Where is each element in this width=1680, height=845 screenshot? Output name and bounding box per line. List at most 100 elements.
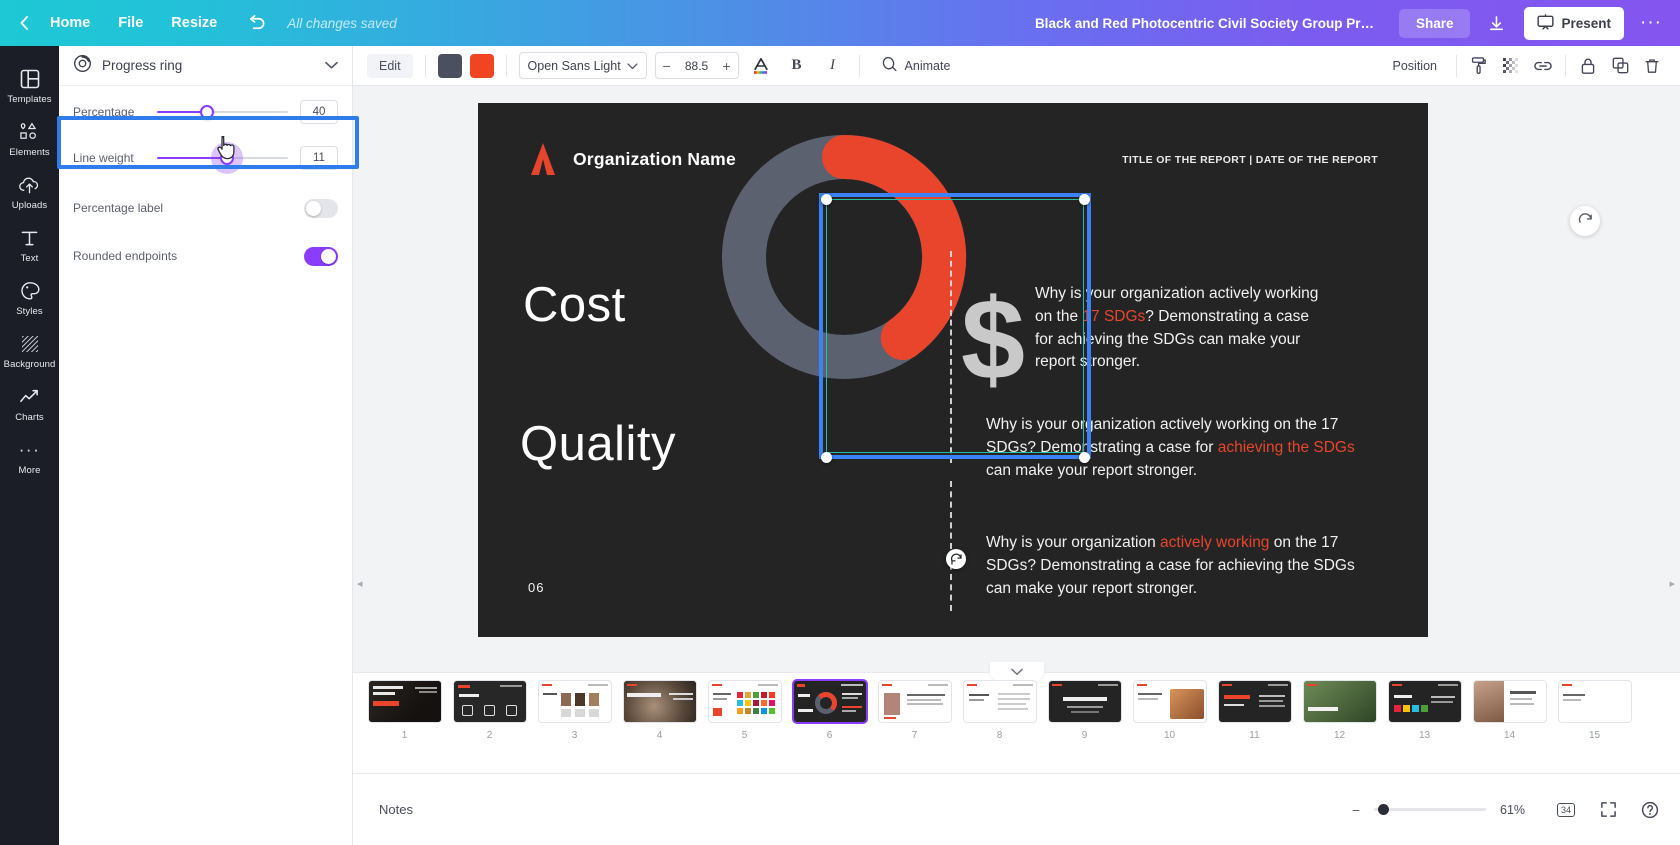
strip-collapse-button[interactable] [989,662,1044,682]
position-button[interactable]: Position [1382,53,1448,79]
page-thumbnail[interactable] [1388,681,1461,722]
panel-header[interactable]: Progress ring [59,46,352,86]
fullscreen-icon[interactable] [1594,796,1622,824]
font-size-input[interactable]: 88.5 [678,59,716,73]
color-swatch-primary[interactable] [437,53,462,78]
percentage-slider[interactable] [157,102,288,122]
canvas-undo-icon[interactable] [1570,206,1600,236]
sidebar-item-styles[interactable]: Styles [0,270,59,323]
page-thumbnail-selected[interactable] [793,681,866,722]
present-label: Present [1561,15,1611,31]
page-thumbnail[interactable] [878,681,951,722]
text-color-icon[interactable] [747,52,775,80]
duplicate-icon[interactable] [1606,52,1634,80]
slider-knob[interactable] [200,105,215,119]
home-button[interactable]: Home [36,9,104,37]
page-thumbnail[interactable] [538,681,611,722]
slide-text-block-2[interactable]: Why is your organization actively workin… [986,414,1381,482]
trash-icon[interactable] [1638,52,1666,80]
sidebar-item-background[interactable]: Background [0,323,59,376]
font-size-decrease[interactable]: − [656,58,678,74]
rotate-handle-icon[interactable] [946,549,966,569]
slide-canvas[interactable]: Organization Name TITLE OF THE REPORT | … [478,103,1428,637]
download-icon[interactable] [1478,7,1514,39]
thumbnail-cell: 5 [703,681,786,741]
more-horizontal-icon[interactable]: ··· [1634,7,1668,39]
bottom-bar: Notes − 61% 34 [353,773,1680,845]
color-swatch-secondary[interactable] [469,53,494,78]
page-count-icon[interactable]: 34 [1552,796,1580,824]
line-weight-slider[interactable] [157,148,288,168]
present-button[interactable]: Present [1524,6,1624,40]
page-thumbnail-strip: 1 2 3 4 5 6 7 8 9 10 11 12 13 14 15 [353,662,1680,773]
resize-button[interactable]: Resize [157,9,231,37]
rounded-endpoints-toggle[interactable] [304,246,338,266]
page-thumbnail[interactable] [368,681,441,722]
zoom-knob[interactable] [1378,804,1389,815]
undo-icon[interactable] [241,8,271,38]
text-icon [19,227,41,249]
animate-button[interactable]: Animate [872,51,959,81]
file-menu[interactable]: File [104,9,157,37]
progress-ring-element[interactable] [714,127,974,387]
slide-text-block-3[interactable]: Why is your organization actively workin… [986,532,1381,600]
page-number: 7 [911,730,918,741]
percentage-label-row: Percentage label [59,188,352,228]
line-weight-input[interactable]: 11 [300,146,338,170]
edit-button[interactable]: Edit [367,53,413,78]
notes-button[interactable]: Notes [369,795,423,824]
dollar-sign-icon: $ [961,276,1025,404]
canvas-scroll-left-icon[interactable]: ◂ [357,577,363,590]
sidebar-label: Background [3,359,56,370]
back-icon[interactable] [14,12,36,34]
percentage-label-toggle[interactable] [304,198,338,218]
slider-knob[interactable] [219,151,234,165]
page-thumbnail[interactable] [1303,681,1376,722]
page-thumbnail[interactable] [708,681,781,722]
document-title[interactable]: Black and Red Photocentric Civil Society… [1025,11,1385,36]
percentage-label-label: Percentage label [73,201,164,215]
sidebar-item-more[interactable]: ··· More [0,429,59,482]
italic-button[interactable]: I [819,52,847,80]
canvas-scroll-right-icon[interactable]: ▸ [1669,577,1675,590]
paint-roller-icon[interactable] [1465,52,1493,80]
rounded-endpoints-row: Rounded endpoints [59,236,352,276]
link-icon[interactable] [1529,52,1557,80]
resize-handle-top-left[interactable] [821,194,832,205]
font-size-stepper[interactable]: − 88.5 + [654,52,739,79]
sidebar-item-text[interactable]: Text [0,217,59,270]
chevron-down-icon[interactable] [325,57,338,75]
page-thumbnail[interactable] [453,681,526,722]
page-thumbnail[interactable] [623,681,696,722]
help-icon[interactable] [1636,796,1664,824]
sidebar-label: Styles [16,306,43,317]
zoom-out-button[interactable]: − [1352,802,1360,818]
canvas-area[interactable]: Organization Name TITLE OF THE REPORT | … [353,86,1680,672]
page-thumbnail[interactable] [1133,681,1206,722]
page-thumbnail[interactable] [1473,681,1546,722]
resize-handle-top-right[interactable] [1079,194,1090,205]
font-family-select[interactable]: Open Sans Light [518,52,647,79]
sidebar-item-uploads[interactable]: Uploads [0,164,59,217]
percentage-input[interactable]: 40 [300,100,338,124]
page-thumbnail[interactable] [963,681,1036,722]
resize-handle-bottom-right[interactable] [1079,452,1090,463]
font-size-increase[interactable]: + [716,58,738,74]
page-thumbnail[interactable] [1558,681,1631,722]
sidebar-item-elements[interactable]: Elements [0,111,59,164]
share-button[interactable]: Share [1398,8,1471,38]
page-number: 1 [401,730,408,741]
transparency-icon[interactable] [1497,52,1525,80]
slide-text-block-1[interactable]: Why is your organization actively workin… [1035,283,1325,374]
thumbnail-cell: 4 [618,681,701,741]
bold-button[interactable]: B [783,52,811,80]
sidebar-item-templates[interactable]: Templates [0,58,59,111]
page-thumbnail[interactable] [1048,681,1121,722]
sidebar-item-charts[interactable]: Charts [0,376,59,429]
lock-icon[interactable] [1574,52,1602,80]
page-thumbnail[interactable] [1218,681,1291,722]
styles-icon [19,280,41,302]
top-bar: Home File Resize All changes saved Black… [0,0,1680,46]
zoom-slider[interactable] [1374,803,1486,817]
resize-handle-bottom-left[interactable] [821,452,832,463]
